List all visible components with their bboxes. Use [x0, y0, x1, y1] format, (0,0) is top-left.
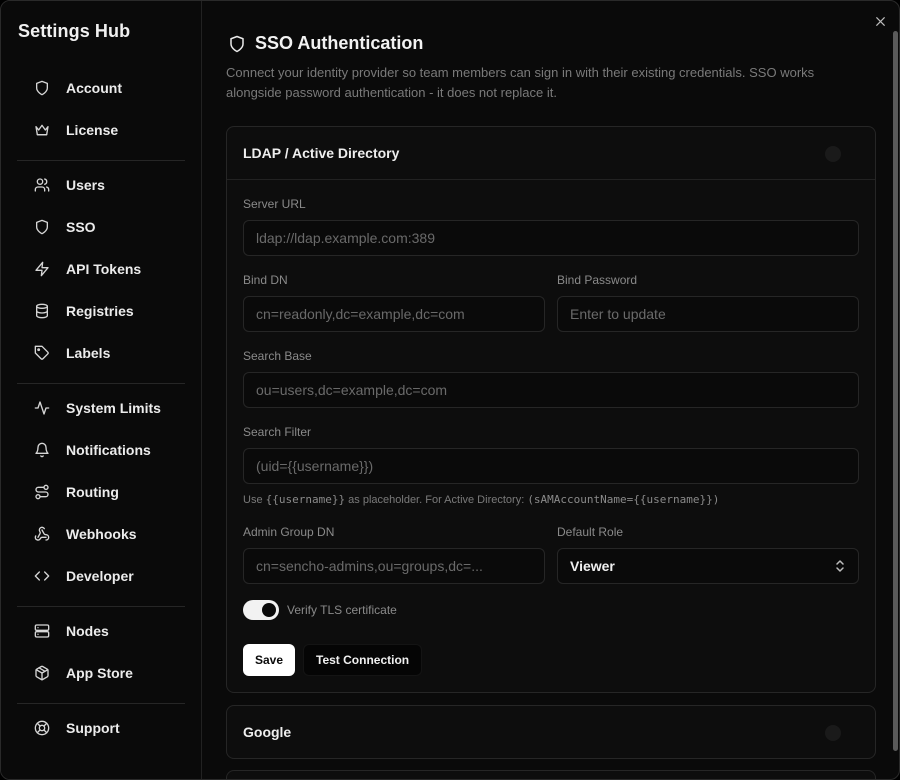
- google-card-header[interactable]: Google: [227, 706, 875, 758]
- sidebar-item-nodes[interactable]: Nodes: [17, 614, 185, 648]
- next-provider-card: [226, 770, 876, 779]
- sidebar-item-label: Notifications: [66, 442, 151, 458]
- shield-icon: [34, 219, 50, 235]
- server-icon: [34, 623, 50, 639]
- hint-code: (sAMAccountName={{username}}): [527, 493, 720, 506]
- users-icon: [34, 177, 50, 193]
- toggle-knob: [262, 603, 276, 617]
- sidebar-item-label: License: [66, 122, 119, 138]
- hint-text: as placeholder. For Active Directory:: [348, 494, 525, 506]
- app-title: Settings Hub: [18, 21, 131, 41]
- database-icon: [34, 303, 50, 319]
- sidebar-item-registries[interactable]: Registries: [17, 294, 185, 328]
- sidebar-item-label: Users: [66, 177, 105, 193]
- admin-group-dn-input[interactable]: [243, 548, 545, 584]
- google-card: Google: [226, 705, 876, 759]
- save-button[interactable]: Save: [243, 644, 296, 676]
- sidebar-item-label: Account: [66, 80, 122, 96]
- test-connection-button[interactable]: Test Connection: [303, 644, 423, 676]
- route-icon: [34, 484, 50, 500]
- sidebar-item-label: Nodes: [66, 623, 109, 639]
- search-filter-label: Search Filter: [243, 425, 312, 439]
- code-icon: [34, 568, 50, 584]
- sidebar: Settings Hub Account License Users SSO A…: [1, 1, 202, 779]
- main-panel: SSO Authentication Connect your identity…: [202, 1, 899, 779]
- server-url-label: Server URL: [243, 197, 306, 211]
- admin-group-dn-label: Admin Group DN: [243, 525, 335, 539]
- shield-icon: [228, 35, 246, 53]
- shield-icon: [34, 80, 50, 96]
- sidebar-divider: [17, 160, 185, 161]
- sidebar-item-support[interactable]: Support: [17, 711, 185, 745]
- sidebar-item-routing[interactable]: Routing: [17, 475, 185, 509]
- close-button[interactable]: [871, 12, 889, 30]
- sidebar-item-label: App Store: [66, 665, 133, 681]
- chevron-up-down-icon: [836, 560, 844, 572]
- sidebar-item-label: Labels: [66, 345, 111, 361]
- sidebar-item-system-limits[interactable]: System Limits: [17, 391, 185, 425]
- bind-password-label: Bind Password: [557, 273, 638, 287]
- bind-dn-input[interactable]: [243, 296, 545, 332]
- page-header: SSO Authentication: [228, 33, 423, 54]
- sidebar-item-account[interactable]: Account: [17, 71, 185, 105]
- ldap-card-header[interactable]: LDAP / Active Directory: [227, 127, 875, 180]
- search-filter-hint: Use {{username}} as placeholder. For Act…: [243, 493, 719, 506]
- sidebar-item-label: Webhooks: [66, 526, 137, 542]
- bell-icon: [34, 442, 50, 458]
- search-base-label: Search Base: [243, 349, 312, 363]
- search-filter-input[interactable]: [243, 448, 859, 484]
- settings-window: Settings Hub Account License Users SSO A…: [0, 0, 900, 780]
- sidebar-divider: [17, 606, 185, 607]
- ldap-card-title: LDAP / Active Directory: [243, 145, 400, 161]
- sidebar-item-developer[interactable]: Developer: [17, 559, 185, 593]
- bind-dn-label: Bind DN: [243, 273, 288, 287]
- sidebar-item-notifications[interactable]: Notifications: [17, 433, 185, 467]
- webhook-icon: [34, 526, 50, 542]
- sidebar-item-label: System Limits: [66, 400, 161, 416]
- page-title: SSO Authentication: [255, 33, 424, 53]
- google-card-title: Google: [243, 724, 292, 740]
- sidebar-item-label: Developer: [66, 568, 134, 584]
- lifebuoy-icon: [34, 720, 50, 736]
- sidebar-item-api-tokens[interactable]: API Tokens: [17, 252, 185, 286]
- lightning-icon: [34, 261, 50, 277]
- sidebar-item-sso[interactable]: SSO: [17, 210, 185, 244]
- sidebar-item-label: Routing: [66, 484, 119, 500]
- sidebar-item-labels[interactable]: Labels: [17, 336, 185, 370]
- sidebar-divider: [17, 703, 185, 704]
- default-role-label: Default Role: [557, 525, 624, 539]
- activity-icon: [34, 400, 50, 416]
- hint-text: Use: [243, 494, 263, 506]
- search-base-input[interactable]: [243, 372, 859, 408]
- sidebar-item-label: API Tokens: [66, 261, 142, 277]
- verify-tls-label: Verify TLS certificate: [287, 603, 397, 617]
- tag-icon: [34, 345, 50, 361]
- sidebar-item-license[interactable]: License: [17, 113, 185, 147]
- crown-icon: [34, 122, 50, 138]
- ldap-card: LDAP / Active Directory Server URL Bind …: [226, 126, 876, 693]
- default-role-value: Viewer: [570, 558, 615, 574]
- sidebar-item-label: SSO: [66, 219, 96, 235]
- sidebar-item-app-store[interactable]: App Store: [17, 656, 185, 690]
- sidebar-item-webhooks[interactable]: Webhooks: [17, 517, 185, 551]
- close-icon: [875, 16, 885, 26]
- default-role-select[interactable]: Viewer: [557, 548, 859, 584]
- server-url-input[interactable]: [243, 220, 859, 256]
- page-description: Connect your identity provider so team m…: [226, 65, 815, 100]
- sidebar-divider: [17, 383, 185, 384]
- hint-code: {{username}}: [265, 493, 346, 506]
- sidebar-item-users[interactable]: Users: [17, 168, 185, 202]
- sidebar-item-label: Support: [66, 720, 120, 736]
- status-indicator: [825, 146, 841, 162]
- scrollbar[interactable]: [893, 31, 898, 751]
- bind-password-input[interactable]: [557, 296, 859, 332]
- sidebar-item-label: Registries: [66, 303, 134, 319]
- package-icon: [34, 665, 50, 681]
- verify-tls-toggle[interactable]: [243, 600, 279, 620]
- status-indicator: [825, 725, 841, 741]
